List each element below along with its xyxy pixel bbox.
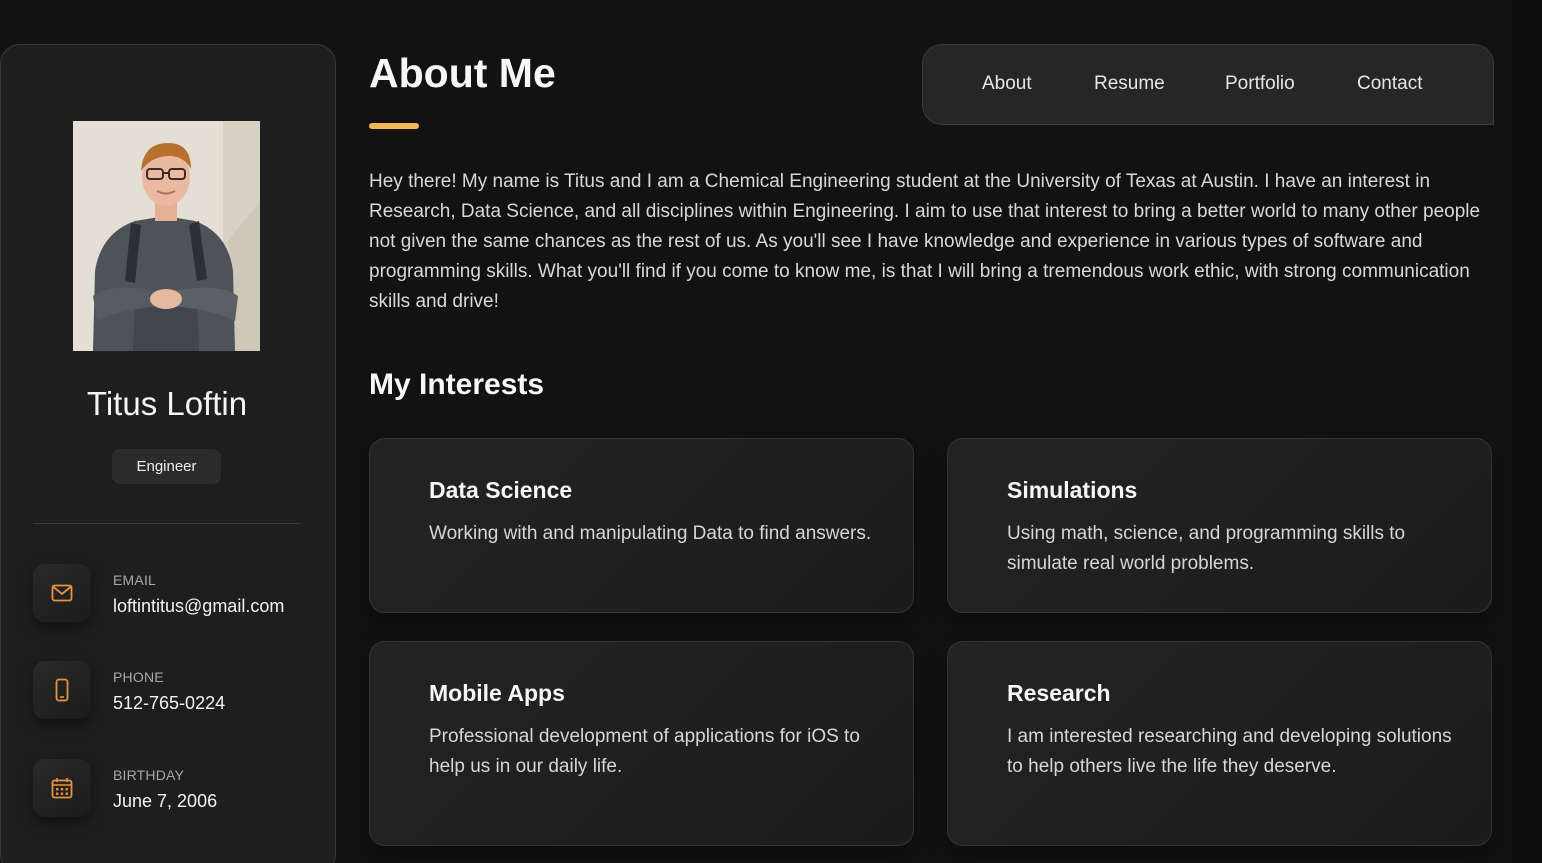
page-title: About Me — [369, 50, 556, 96]
interest-card-simulations: Simulations Using math, science, and pro… — [947, 438, 1492, 613]
interest-card-title: Data Science — [429, 477, 573, 503]
interest-card-text: Using math, science, and programming ski… — [1007, 523, 1406, 574]
interest-card-title: Simulations — [1007, 477, 1138, 503]
calendar-icon — [33, 759, 91, 817]
nav-resume[interactable]: Resume — [1094, 73, 1165, 95]
phone-link[interactable]: 512-765-0224 — [113, 693, 299, 714]
scrollbar-track[interactable] — [1512, 0, 1542, 863]
interest-card-title: Mobile Apps — [429, 680, 565, 706]
sidebar-divider — [33, 523, 300, 524]
profile-name: Titus Loftin — [86, 385, 248, 422]
interest-card-text: I am interested researching and developi… — [1007, 726, 1452, 777]
contact-email: EMAIL loftintitus@gmail.com — [33, 564, 323, 624]
avatar — [73, 121, 260, 351]
email-link[interactable]: loftintitus@gmail.com — [113, 596, 299, 617]
birthday-value: June 7, 2006 — [113, 791, 218, 811]
interest-card-text: Working with and manipulating Data to fi… — [429, 523, 872, 544]
interest-card-text: Professional development of applications… — [429, 726, 860, 777]
interest-card-mobile-apps: Mobile Apps Professional development of … — [369, 641, 914, 846]
profile-sidebar: Titus Loftin Engineer EMAIL loftintitus@… — [0, 44, 336, 863]
email-label: EMAIL — [113, 572, 157, 588]
contact-birthday: BIRTHDAY June 7, 2006 — [33, 759, 323, 819]
phone-icon — [33, 661, 91, 719]
nav-portfolio[interactable]: Portfolio — [1225, 73, 1295, 95]
interests-title: My Interests — [369, 368, 545, 401]
mail-icon — [33, 564, 91, 622]
portfolio-page: Titus Loftin Engineer EMAIL loftintitus@… — [0, 0, 1542, 863]
title-underline — [369, 123, 419, 129]
birthday-label: BIRTHDAY — [113, 767, 185, 783]
phone-label: PHONE — [113, 669, 164, 685]
about-text: Hey there! My name is Titus and I am a C… — [369, 171, 1481, 312]
navbar: About Resume Portfolio Contact — [922, 44, 1494, 125]
nav-about[interactable]: About — [982, 73, 1032, 95]
interest-card-data-science: Data Science Working with and manipulati… — [369, 438, 914, 613]
contact-phone: PHONE 512-765-0224 — [33, 661, 323, 721]
interest-card-title: Research — [1007, 680, 1111, 706]
title-badge: Engineer — [112, 449, 221, 484]
interest-card-research: Research I am interested researching and… — [947, 641, 1492, 846]
nav-contact[interactable]: Contact — [1357, 73, 1422, 95]
